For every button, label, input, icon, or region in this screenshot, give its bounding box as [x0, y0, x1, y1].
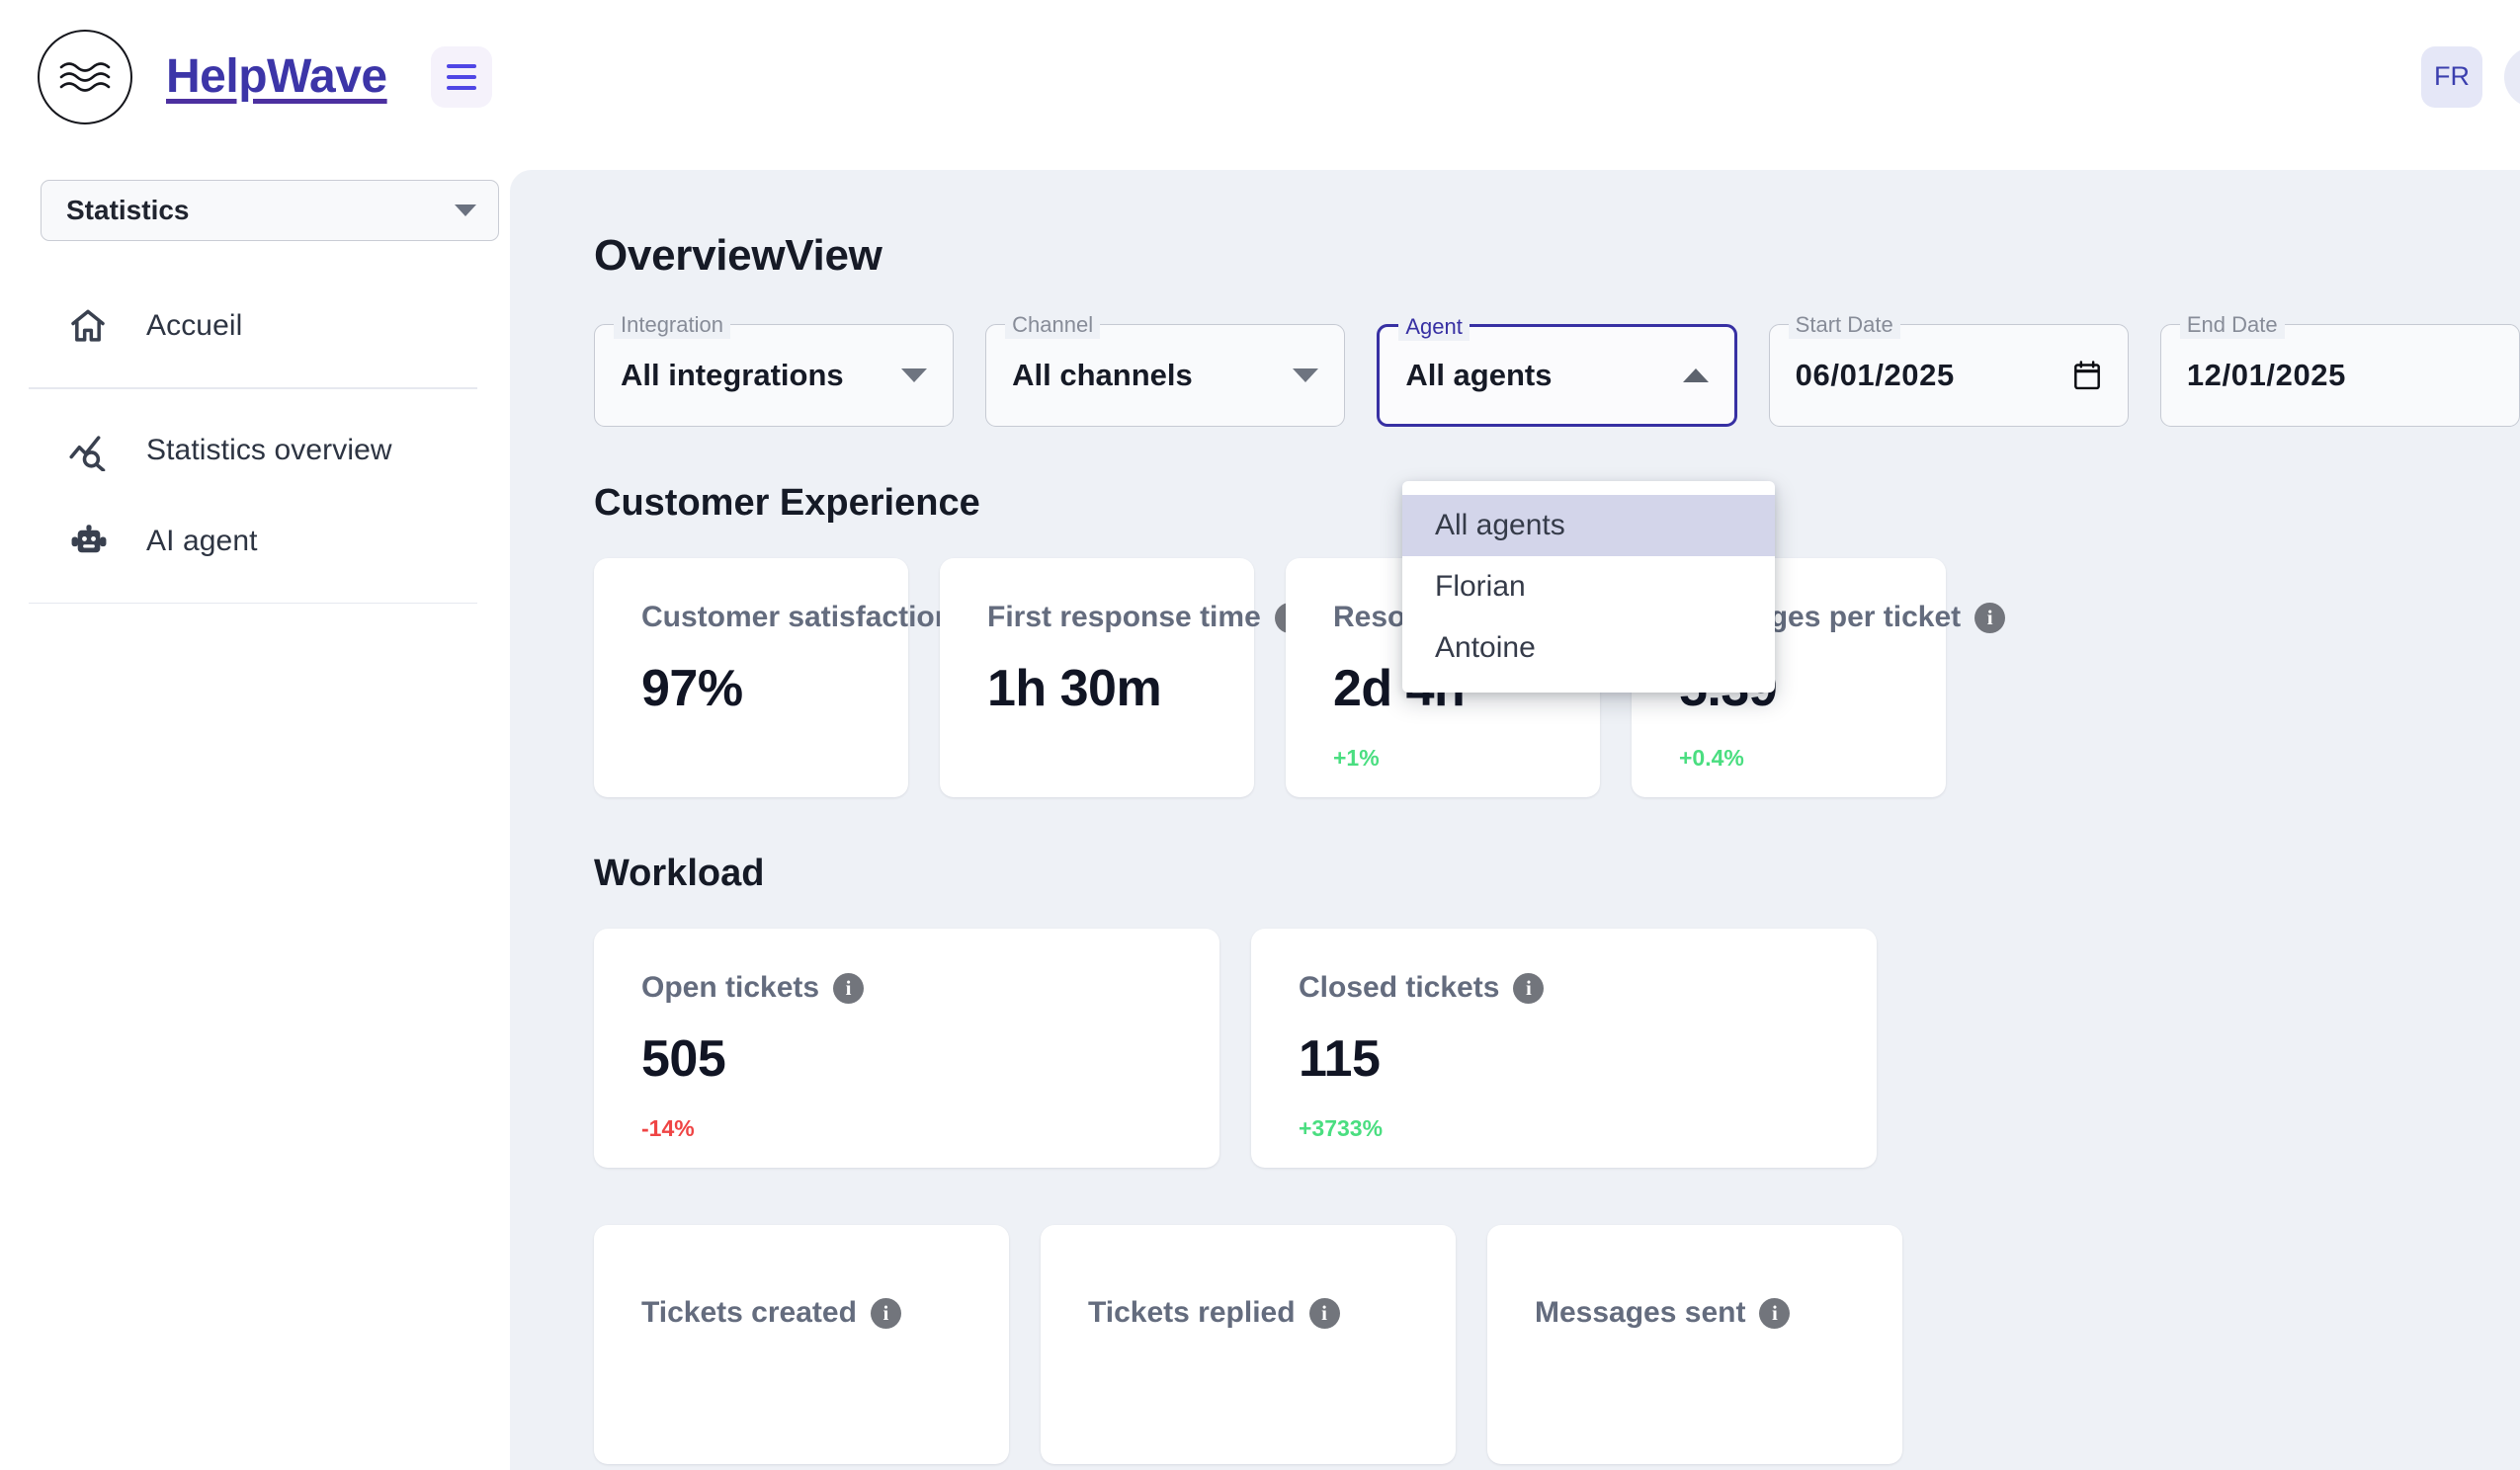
info-icon[interactable]: i [1974, 602, 2006, 633]
metric-card-label-row: Customer satisfaction i [641, 601, 998, 634]
top-bar: HelpWave FR [0, 0, 2520, 153]
metric-card-closed-tickets: Closed tickets i 115 +3733% [1251, 929, 1877, 1168]
metric-delta: -14% [641, 1115, 695, 1141]
brand-name[interactable]: HelpWave [166, 49, 387, 104]
home-icon [67, 306, 123, 346]
metric-value: 115 [1299, 1030, 1381, 1088]
sidebar-item-label: Statistics overview [146, 433, 392, 466]
integration-select-value: All integrations [621, 358, 844, 392]
metric-label: First response time [987, 601, 1261, 633]
info-icon[interactable]: i [1759, 1297, 1791, 1329]
metric-label: Open tickets [641, 971, 820, 1004]
metric-value: 505 [641, 1030, 726, 1088]
start-date-input[interactable]: Start Date 06/01/2025 [1768, 311, 2129, 427]
metric-label: Customer satisfaction [641, 601, 954, 633]
metric-label: Tickets replied [1088, 1296, 1296, 1329]
sidebar-item-accueil[interactable]: Accueil [0, 281, 510, 371]
channel-select[interactable]: Channel All channels [985, 311, 1346, 427]
chevron-down-icon [1293, 368, 1319, 382]
workspace-select[interactable]: Statistics [41, 180, 499, 241]
hamburger-bar [446, 63, 476, 68]
avatar[interactable] [2504, 45, 2520, 108]
start-date-value: 06/01/2025 [1795, 358, 1955, 392]
chevron-down-icon [455, 204, 476, 216]
metric-card-open-tickets: Open tickets i 505 -14% [594, 929, 1219, 1168]
metric-card-label-row: First response time i [987, 601, 1305, 634]
sidebar-item-statistics-overview[interactable]: Statistics overview [0, 405, 510, 496]
chart-search-icon [67, 430, 123, 471]
metric-value: 97% [641, 660, 743, 717]
page-title: OverviewView [594, 231, 882, 280]
wave-circle-logo-icon [38, 29, 132, 124]
hamburger-bar [446, 74, 476, 79]
agent-select-value: All agents [1405, 358, 1553, 392]
workspace-select-value: Statistics [66, 195, 190, 225]
agent-option-all-agents[interactable]: All agents [1402, 495, 1775, 556]
integration-select[interactable]: Integration All integrations [594, 311, 955, 427]
agent-dropdown-menu: All agents Florian Antoine [1402, 481, 1775, 693]
metric-label: Messages sent [1535, 1296, 1746, 1329]
volume-cards: Tickets created i Tickets replied i Mess… [594, 1225, 2520, 1464]
metric-label: Tickets created [641, 1296, 857, 1329]
sidebar-divider [29, 387, 477, 389]
sidebar-nav: Accueil Statistics overview AI agent [0, 281, 510, 605]
hamburger-bar [446, 85, 476, 90]
agent-select[interactable]: Agent All agents [1377, 313, 1737, 427]
metric-delta: +0.4% [1679, 745, 1744, 771]
info-icon[interactable]: i [1308, 1297, 1340, 1329]
metric-value: 1h 30m [987, 660, 1162, 717]
metric-delta: +1% [1333, 745, 1380, 771]
metric-label: Closed tickets [1299, 971, 1500, 1004]
metric-card-messages-sent: Messages sent i [1487, 1225, 1902, 1464]
end-date-value: 12/01/2025 [2186, 358, 2346, 392]
metric-card-customer-satisfaction: Customer satisfaction i 97% [594, 558, 998, 797]
hamburger-icon[interactable] [430, 45, 492, 108]
robot-icon [67, 521, 123, 562]
info-icon[interactable]: i [1513, 972, 1545, 1004]
metric-card-tickets-replied: Tickets replied i [1041, 1225, 1456, 1464]
agent-select-legend: Agent [1398, 313, 1470, 341]
metric-delta: +3733% [1299, 1115, 1384, 1141]
filter-bar: Integration All integrations Channel All… [594, 311, 2520, 427]
sidebar-divider [29, 602, 477, 605]
metric-card-label-row: Messages sent i [1535, 1296, 1902, 1330]
app-root: HelpWave FR Statistics Accueil Statistic… [0, 0, 2520, 1470]
calendar-icon[interactable] [2072, 360, 2102, 391]
end-date-input[interactable]: End Date 12/01/2025 [2159, 311, 2520, 427]
agent-option-antoine[interactable]: Antoine [1402, 617, 1775, 679]
metric-card-label-row: Open tickets i [641, 971, 1219, 1005]
end-date-legend: End Date [2179, 311, 2285, 339]
integration-select-legend: Integration [614, 311, 730, 339]
chevron-up-icon [1682, 368, 1709, 382]
info-icon[interactable]: i [870, 1297, 901, 1329]
sidebar-item-label: AI agent [146, 524, 258, 557]
channel-select-value: All channels [1012, 358, 1193, 392]
language-button[interactable]: FR [2421, 45, 2482, 108]
agent-option-florian[interactable]: Florian [1402, 556, 1775, 617]
sidebar: Statistics Accueil Statistics overview A… [0, 153, 510, 1470]
info-icon[interactable]: i [833, 972, 865, 1004]
metric-card-label-row: Closed tickets i [1299, 971, 1877, 1005]
section-title-workload: Workload [594, 853, 765, 894]
channel-select-legend: Channel [1005, 311, 1101, 339]
sidebar-item-label: Accueil [146, 309, 243, 342]
chevron-down-icon [901, 368, 928, 382]
brand[interactable]: HelpWave [38, 29, 387, 124]
main-content: OverviewView Integration All integration… [510, 170, 2520, 1470]
workload-cards: Open tickets i 505 -14% Closed tickets i… [594, 929, 2520, 1168]
start-date-legend: Start Date [1788, 311, 1900, 339]
sidebar-item-ai-agent[interactable]: AI agent [0, 496, 510, 587]
metric-card-first-response-time: First response time i 1h 30m [940, 558, 1305, 797]
metric-card-label-row: Tickets replied i [1088, 1296, 1456, 1330]
topbar-actions: FR [2421, 45, 2520, 108]
metric-card-tickets-created: Tickets created i [594, 1225, 1009, 1464]
metric-card-label-row: Tickets created i [641, 1296, 1009, 1330]
